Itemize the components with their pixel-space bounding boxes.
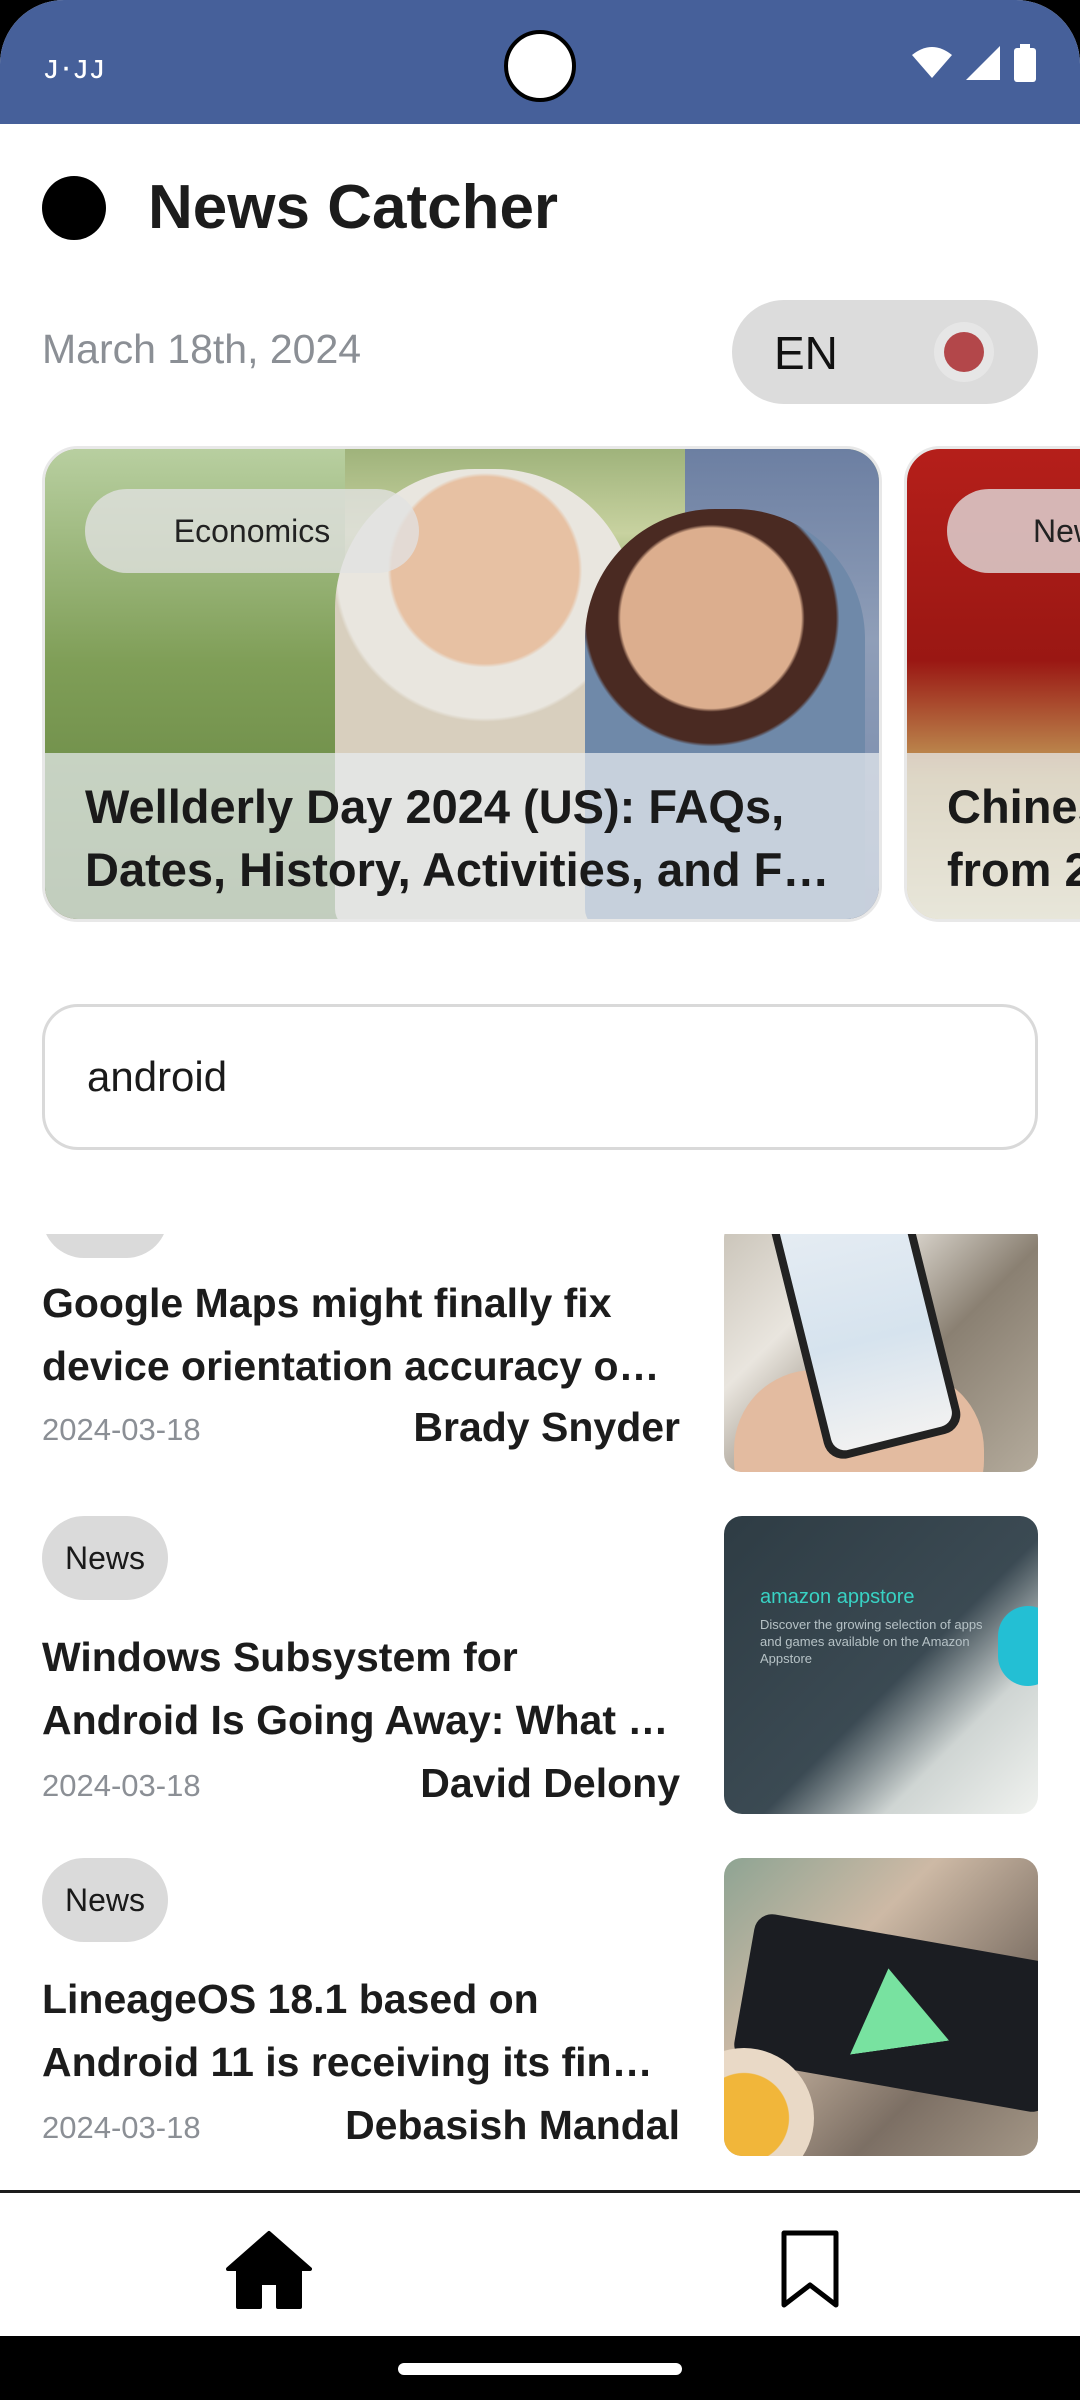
current-date: March 18th, 2024 <box>42 326 362 372</box>
featured-caption: Wellderly Day 2024 (US): FAQs, Dates, Hi… <box>45 753 879 919</box>
featured-title: Chines from 2 <box>947 780 1080 896</box>
article-title: LineageOS 18.1 based on Android 11 is re… <box>42 1976 653 2085</box>
category-chip <box>42 1234 168 1258</box>
list-item[interactable]: News Windows Subsystem for Android Is Go… <box>0 1516 1080 1816</box>
featured-title: Wellderly Day 2024 (US): FAQs, Dates, Hi… <box>85 780 830 896</box>
article-title: Windows Subsystem for Android Is Going A… <box>42 1634 669 1743</box>
battery-icon <box>1014 44 1036 82</box>
article-thumbnail: amazon appstore Discover the growing sel… <box>724 1516 1038 1814</box>
signal-icon <box>966 46 1000 80</box>
list-item[interactable]: News LineageOS 18.1 based on Android 11 … <box>0 1858 1080 2158</box>
search-input-value: android <box>87 1053 228 1100</box>
featured-category-chip: New <box>947 489 1080 573</box>
home-icon[interactable] <box>226 2229 312 2309</box>
logo-icon <box>42 175 106 240</box>
app-screen: ᴊ·ᴊᴊ News Catcher March 18th, 2024 EN Ec… <box>0 0 1080 2400</box>
featured-card[interactable]: Economics Wellderly Day 2024 (US): FAQs,… <box>42 446 882 922</box>
article-date: 2024-03-18 <box>42 1768 201 1803</box>
article-author: Brady Snyder <box>413 1404 680 1450</box>
search-input[interactable]: android <box>42 1004 1038 1150</box>
article-title: Google Maps might finally fix device ori… <box>42 1280 660 1389</box>
app-header: News Catcher <box>42 172 558 243</box>
featured-category-chip: Economics <box>85 489 419 573</box>
featured-card[interactable]: New Chines from 2 <box>904 446 1080 922</box>
language-toggle-knob[interactable] <box>934 322 994 382</box>
article-author: David Delony <box>420 1760 680 1806</box>
article-thumbnail <box>724 1234 1038 1472</box>
wifi-icon <box>912 47 952 78</box>
status-bar: ᴊ·ᴊᴊ <box>0 0 1080 130</box>
thumb-shape <box>998 1606 1038 1686</box>
list-item[interactable]: Google Maps might finally fix device ori… <box>0 1234 1080 1520</box>
article-date: 2024-03-18 <box>42 2110 201 2145</box>
camera-cutout <box>504 30 576 102</box>
bookmark-icon[interactable] <box>778 2229 842 2309</box>
category-chip: News <box>42 1516 168 1600</box>
thumb-body-text: Discover the growing selection of apps a… <box>760 1617 983 1666</box>
article-date: 2024-03-18 <box>42 1412 201 1447</box>
featured-carousel[interactable]: Economics Wellderly Day 2024 (US): FAQs,… <box>0 446 1080 922</box>
article-author: Debasish Mandal <box>345 2102 680 2148</box>
article-list[interactable]: Google Maps might finally fix device ori… <box>0 1234 1080 2190</box>
bottom-navigation <box>0 2190 1080 2336</box>
thumb-brand-text: amazon appstore <box>760 1586 915 1608</box>
category-chip: News <box>42 1858 168 1942</box>
status-time: ᴊ·ᴊᴊ <box>44 48 107 86</box>
home-gesture-bar[interactable] <box>398 2363 682 2375</box>
article-thumbnail <box>724 1858 1038 2156</box>
featured-caption: Chines from 2 <box>907 753 1080 919</box>
header-divider <box>0 124 1080 134</box>
status-icons <box>912 44 1036 82</box>
language-label: EN <box>774 327 838 379</box>
app-title: News Catcher <box>148 173 559 242</box>
